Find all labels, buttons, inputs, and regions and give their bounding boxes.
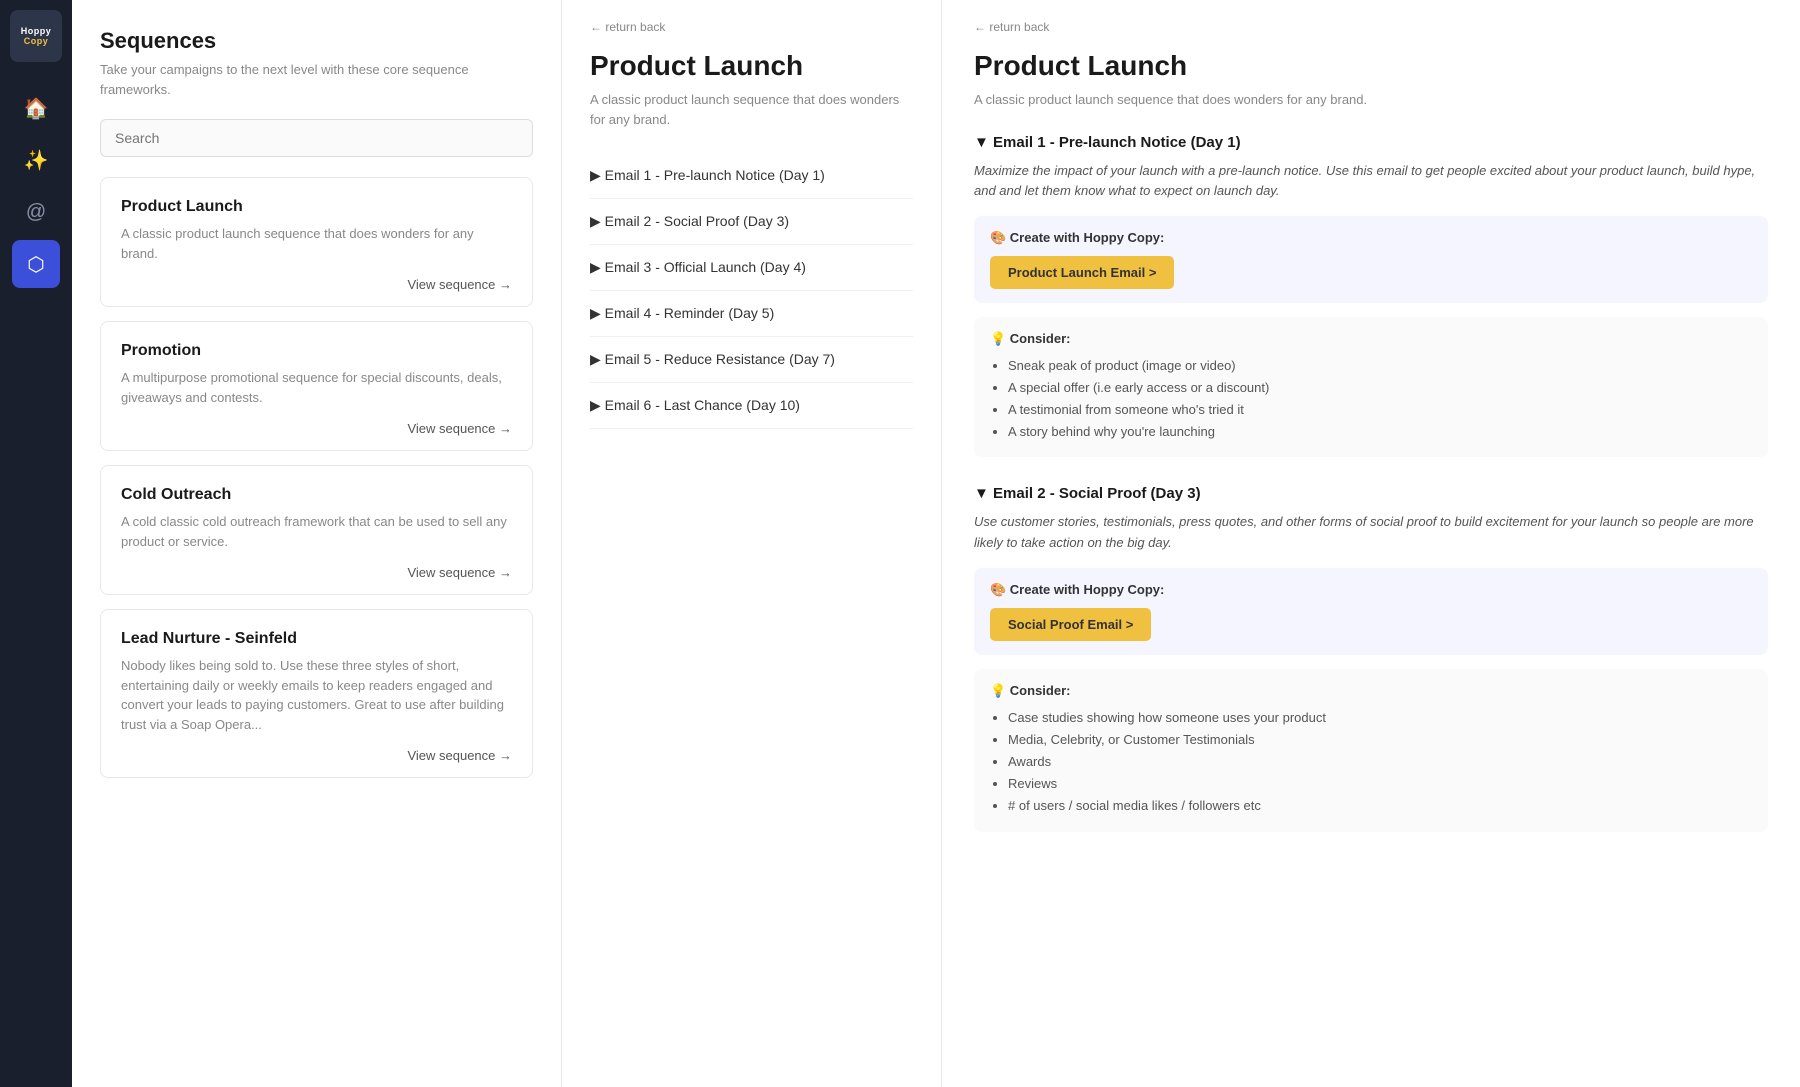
view-product-launch-link[interactable]: View sequence →: [121, 277, 512, 292]
view-promotion-link[interactable]: View sequence →: [121, 421, 512, 436]
email-list-return[interactable]: ← return back: [590, 20, 913, 34]
sequences-panel: Sequences Take your campaigns to the nex…: [72, 0, 562, 1087]
consider-item: # of users / social media likes / follow…: [1008, 795, 1752, 817]
email-list-panel: ← return back Product Launch A classic p…: [562, 0, 942, 1087]
email-item-2[interactable]: ▶ Email 2 - Social Proof (Day 3): [590, 199, 913, 245]
logo-hoppy: Hoppy: [21, 26, 52, 36]
section2-create-label: 🎨 Create with Hoppy Copy:: [990, 582, 1752, 598]
card-lead-nurture-desc: Nobody likes being sold to. Use these th…: [121, 656, 512, 734]
section1-create-btn[interactable]: Product Launch Email >: [990, 256, 1174, 289]
nav-items: 🏠 ✨ @ ⬡: [0, 84, 72, 288]
section2-consider-title: 💡 Consider:: [990, 683, 1752, 699]
sequences-title: Sequences: [100, 28, 533, 54]
section1-create-box: 🎨 Create with Hoppy Copy: Product Launch…: [974, 216, 1768, 303]
card-product-launch-title: Product Launch: [121, 198, 512, 216]
section1-consider-box: 💡 Consider: Sneak peak of product (image…: [974, 317, 1768, 457]
logo-area: Hoppy Copy: [0, 0, 72, 72]
card-cold-outreach-desc: A cold classic cold outreach framework t…: [121, 512, 512, 551]
consider-item: Media, Celebrity, or Customer Testimonia…: [1008, 729, 1752, 751]
card-lead-nurture[interactable]: Lead Nurture - Seinfeld Nobody likes bei…: [100, 609, 533, 778]
email-section-1: ▼ Email 1 - Pre-launch Notice (Day 1) Ma…: [974, 134, 1768, 458]
section1-consider-title: 💡 Consider:: [990, 331, 1752, 347]
email-item-5[interactable]: ▶ Email 5 - Reduce Resistance (Day 7): [590, 337, 913, 383]
section1-create-label: 🎨 Create with Hoppy Copy:: [990, 230, 1752, 246]
nav-home[interactable]: 🏠: [12, 84, 60, 132]
sidebar: Hoppy Copy 🏠 ✨ @ ⬡: [0, 0, 72, 1087]
consider-item: Case studies showing how someone uses yo…: [1008, 707, 1752, 729]
card-product-launch[interactable]: Product Launch A classic product launch …: [100, 177, 533, 307]
card-product-launch-desc: A classic product launch sequence that d…: [121, 224, 512, 263]
section1-body: Maximize the impact of your launch with …: [974, 161, 1768, 203]
email-detail-return[interactable]: ← return back: [974, 20, 1768, 34]
email-detail-panel: ← return back Product Launch A classic p…: [942, 0, 1800, 1087]
email-detail-desc: A classic product launch sequence that d…: [974, 90, 1768, 110]
consider-item: Sneak peak of product (image or video): [1008, 355, 1752, 377]
email-item-3[interactable]: ▶ Email 3 - Official Launch (Day 4): [590, 245, 913, 291]
nav-at[interactable]: @: [12, 188, 60, 236]
card-cold-outreach-title: Cold Outreach: [121, 486, 512, 504]
consider-item: A testimonial from someone who's tried i…: [1008, 399, 1752, 421]
card-cold-outreach[interactable]: Cold Outreach A cold classic cold outrea…: [100, 465, 533, 595]
email-item-4[interactable]: ▶ Email 4 - Reminder (Day 5): [590, 291, 913, 337]
email-section-2: ▼ Email 2 - Social Proof (Day 3) Use cus…: [974, 485, 1768, 831]
email-detail-title: Product Launch: [974, 50, 1768, 82]
section1-consider-list: Sneak peak of product (image or video) A…: [990, 355, 1752, 443]
section2-consider-box: 💡 Consider: Case studies showing how som…: [974, 669, 1768, 831]
section1-header[interactable]: ▼ Email 1 - Pre-launch Notice (Day 1): [974, 134, 1768, 151]
consider-item: A story behind why you're launching: [1008, 421, 1752, 443]
card-promotion-desc: A multipurpose promotional sequence for …: [121, 368, 512, 407]
nav-sequences[interactable]: ⬡: [12, 240, 60, 288]
email-list-desc: A classic product launch sequence that d…: [590, 90, 913, 129]
sequences-subtitle: Take your campaigns to the next level wi…: [100, 60, 533, 99]
logo-copy: Copy: [24, 36, 49, 46]
section2-create-btn[interactable]: Social Proof Email >: [990, 608, 1151, 641]
card-promotion-title: Promotion: [121, 342, 512, 360]
view-cold-outreach-link[interactable]: View sequence →: [121, 565, 512, 580]
section2-create-box: 🎨 Create with Hoppy Copy: Social Proof E…: [974, 568, 1768, 655]
section2-body: Use customer stories, testimonials, pres…: [974, 512, 1768, 554]
card-lead-nurture-title: Lead Nurture - Seinfeld: [121, 630, 512, 648]
view-lead-nurture-link[interactable]: View sequence →: [121, 748, 512, 763]
card-promotion[interactable]: Promotion A multipurpose promotional seq…: [100, 321, 533, 451]
search-input[interactable]: [100, 119, 533, 157]
consider-item: Reviews: [1008, 773, 1752, 795]
consider-item: Awards: [1008, 751, 1752, 773]
section2-consider-list: Case studies showing how someone uses yo…: [990, 707, 1752, 817]
logo-box: Hoppy Copy: [10, 10, 62, 62]
main-content: Sequences Take your campaigns to the nex…: [72, 0, 1800, 1087]
email-list-title: Product Launch: [590, 50, 913, 82]
nav-magic[interactable]: ✨: [12, 136, 60, 184]
section2-header[interactable]: ▼ Email 2 - Social Proof (Day 3): [974, 485, 1768, 502]
email-item-6[interactable]: ▶ Email 6 - Last Chance (Day 10): [590, 383, 913, 429]
email-item-1[interactable]: ▶ Email 1 - Pre-launch Notice (Day 1): [590, 153, 913, 199]
consider-item: A special offer (i.e early access or a d…: [1008, 377, 1752, 399]
